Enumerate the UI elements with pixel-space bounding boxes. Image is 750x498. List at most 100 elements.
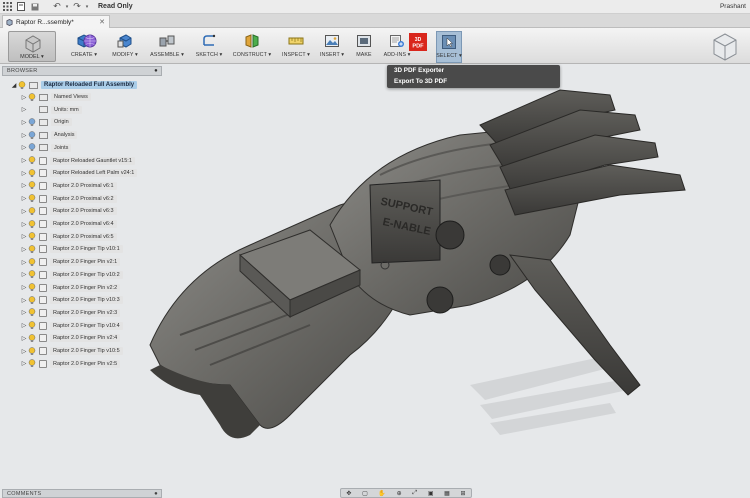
tree-item[interactable]: ▷ Named Views: [20, 91, 91, 103]
sketch-menu[interactable]: SKETCH ▾: [192, 31, 226, 63]
visibility-bulb-icon[interactable]: [28, 359, 36, 368]
file-icon[interactable]: [14, 0, 28, 14]
form-icon-button[interactable]: [80, 31, 100, 63]
expand-arrow-icon[interactable]: ▷: [20, 170, 28, 177]
workspace-switcher[interactable]: MODEL ▾: [8, 31, 56, 62]
user-name[interactable]: Prashant: [720, 3, 746, 10]
visibility-bulb-icon[interactable]: [18, 80, 26, 90]
assemble-menu[interactable]: ASSEMBLE ▾: [148, 31, 186, 63]
visibility-bulb-icon[interactable]: [28, 207, 36, 216]
construct-menu[interactable]: CONSTRUCT ▾: [232, 31, 272, 63]
visibility-bulb-icon[interactable]: [28, 92, 36, 102]
insert-menu[interactable]: INSERT ▾: [318, 31, 346, 63]
visibility-bulb-icon[interactable]: [28, 143, 36, 152]
visibility-bulb-icon[interactable]: [28, 283, 36, 292]
tree-item[interactable]: ▷ Analysis: [20, 129, 78, 141]
visibility-bulb-icon[interactable]: [28, 308, 36, 317]
visibility-bulb-icon[interactable]: [28, 334, 36, 343]
expand-arrow-icon[interactable]: ▷: [20, 246, 28, 253]
expand-arrow-icon[interactable]: ▷: [20, 119, 28, 126]
comments-pin-icon[interactable]: ●: [154, 491, 158, 497]
tree-item[interactable]: ▷ Raptor 2.0 Finger Pin v2:1: [20, 256, 121, 268]
redo-icon[interactable]: ↷: [70, 0, 84, 14]
visibility-bulb-icon[interactable]: [28, 130, 36, 140]
tree-item[interactable]: ▷ Raptor 2.0 Proximal v6:4: [20, 218, 117, 230]
tree-item[interactable]: ▷ Raptor 2.0 Finger Tip v10:3: [20, 294, 123, 306]
tree-item[interactable]: ▷ Raptor 2.0 Finger Pin v2:2: [20, 282, 121, 294]
document-tab[interactable]: Raptor R...ssembly* ✕: [2, 15, 110, 28]
expand-arrow-icon[interactable]: ▷: [20, 106, 28, 113]
pdf-export-button[interactable]: 3D PDF: [408, 31, 428, 63]
expand-arrow-icon[interactable]: ▷: [20, 132, 28, 139]
expand-arrow-icon[interactable]: ▷: [20, 221, 28, 228]
expand-arrow-icon[interactable]: ▷: [20, 195, 28, 202]
visibility-bulb-icon[interactable]: [28, 181, 36, 190]
tree-item[interactable]: ▷ Origin: [20, 116, 72, 128]
browser-panel-header[interactable]: BROWSER ●: [2, 66, 162, 76]
visibility-bulb-icon[interactable]: [28, 257, 36, 267]
close-tab-icon[interactable]: ✕: [99, 18, 105, 26]
comments-panel-header[interactable]: COMMENTS ●: [2, 489, 162, 498]
redo-dropdown-icon[interactable]: ▾: [84, 0, 90, 14]
tree-root[interactable]: ◢ Raptor Reloaded Full Assembly: [10, 79, 138, 91]
tree-item[interactable]: ▷ Joints: [20, 142, 72, 154]
save-icon[interactable]: [28, 0, 42, 14]
undo-icon[interactable]: ↶: [50, 0, 64, 14]
expand-arrow-icon[interactable]: ▷: [20, 284, 28, 291]
tree-item[interactable]: ▷ Raptor 2.0 Proximal v6:1: [20, 180, 117, 192]
make-menu[interactable]: MAKE: [352, 31, 376, 63]
expand-arrow-icon[interactable]: ▷: [20, 348, 28, 355]
menu-item-3d-pdf-exporter[interactable]: 3D PDF Exporter: [387, 65, 560, 76]
orbit-icon[interactable]: ✥: [346, 490, 351, 497]
expand-arrow-icon[interactable]: ▷: [20, 309, 28, 316]
visibility-bulb-icon[interactable]: [28, 295, 36, 305]
expand-arrow-icon[interactable]: ▷: [20, 360, 28, 367]
expand-arrow-icon[interactable]: ▷: [20, 297, 28, 304]
tree-item[interactable]: ▷ Raptor 2.0 Finger Tip v10:1: [20, 243, 123, 255]
visibility-bulb-icon[interactable]: [28, 232, 36, 241]
expand-arrow-icon[interactable]: ▷: [20, 208, 28, 215]
expand-arrow-icon[interactable]: ▷: [20, 157, 28, 164]
expand-arrow-icon[interactable]: ▷: [20, 322, 28, 329]
tree-item[interactable]: ▷ Raptor 2.0 Finger Tip v10:4: [20, 320, 123, 332]
collapse-arrow-icon[interactable]: ◢: [10, 82, 18, 89]
fit-icon[interactable]: ⤢: [412, 490, 417, 497]
addins-menu[interactable]: ADD-INS ▾: [384, 31, 410, 63]
raptor-hand-model[interactable]: SUPPORT E-NABLE: [140, 85, 700, 465]
expand-arrow-icon[interactable]: ▷: [20, 233, 28, 240]
expand-arrow-icon[interactable]: ▷: [20, 259, 28, 266]
expand-arrow-icon[interactable]: ▷: [20, 94, 28, 101]
tree-item[interactable]: ▷ Units: mm: [20, 104, 82, 116]
select-menu[interactable]: SELECT ▾: [436, 31, 462, 63]
visibility-bulb-icon[interactable]: [28, 245, 36, 254]
modify-menu[interactable]: MODIFY ▾: [110, 31, 140, 63]
look-at-icon[interactable]: ▢: [362, 490, 368, 497]
app-grid-icon[interactable]: [0, 0, 14, 14]
tree-item[interactable]: ▷ Raptor 2.0 Proximal v6:3: [20, 205, 117, 217]
expand-arrow-icon[interactable]: ▷: [20, 182, 28, 189]
visibility-bulb-icon[interactable]: [28, 118, 36, 127]
visibility-bulb-icon[interactable]: [28, 270, 36, 279]
tree-item[interactable]: ▷ Raptor 2.0 Finger Pin v2:4: [20, 332, 121, 344]
viewports-icon[interactable]: ⊞: [461, 490, 466, 497]
visibility-bulb-icon[interactable]: [28, 321, 36, 330]
tree-item[interactable]: ▷ Raptor 2.0 Finger Tip v10:2: [20, 269, 123, 281]
grid-settings-icon[interactable]: ▦: [444, 490, 450, 497]
expand-arrow-icon[interactable]: ▷: [20, 271, 28, 278]
tree-item[interactable]: ▷ Raptor 2.0 Finger Tip v10:5: [20, 345, 123, 357]
pan-icon[interactable]: ✋: [378, 490, 385, 497]
tree-item[interactable]: ▷ Raptor 2.0 Proximal v6:5: [20, 231, 117, 243]
visibility-bulb-icon[interactable]: [28, 156, 36, 165]
tree-item[interactable]: ▷ Raptor 2.0 Finger Pin v2:3: [20, 307, 121, 319]
visibility-bulb-icon[interactable]: [28, 346, 36, 356]
viewcube[interactable]: [708, 30, 742, 64]
expand-arrow-icon[interactable]: ▷: [20, 144, 28, 151]
tree-item[interactable]: ▷ Raptor Reloaded Left Palm v24:1: [20, 167, 138, 179]
display-settings-icon[interactable]: ▣: [428, 490, 434, 497]
visibility-bulb-icon[interactable]: [28, 168, 36, 178]
inspect-menu[interactable]: INSPECT ▾: [280, 31, 312, 63]
tree-item[interactable]: ▷ Raptor 2.0 Finger Pin v2:5: [20, 358, 121, 370]
expand-arrow-icon[interactable]: ▷: [20, 335, 28, 342]
tree-item[interactable]: ▷ Raptor Reloaded Gauntlet v15:1: [20, 155, 135, 167]
visibility-bulb-icon[interactable]: [28, 219, 36, 229]
